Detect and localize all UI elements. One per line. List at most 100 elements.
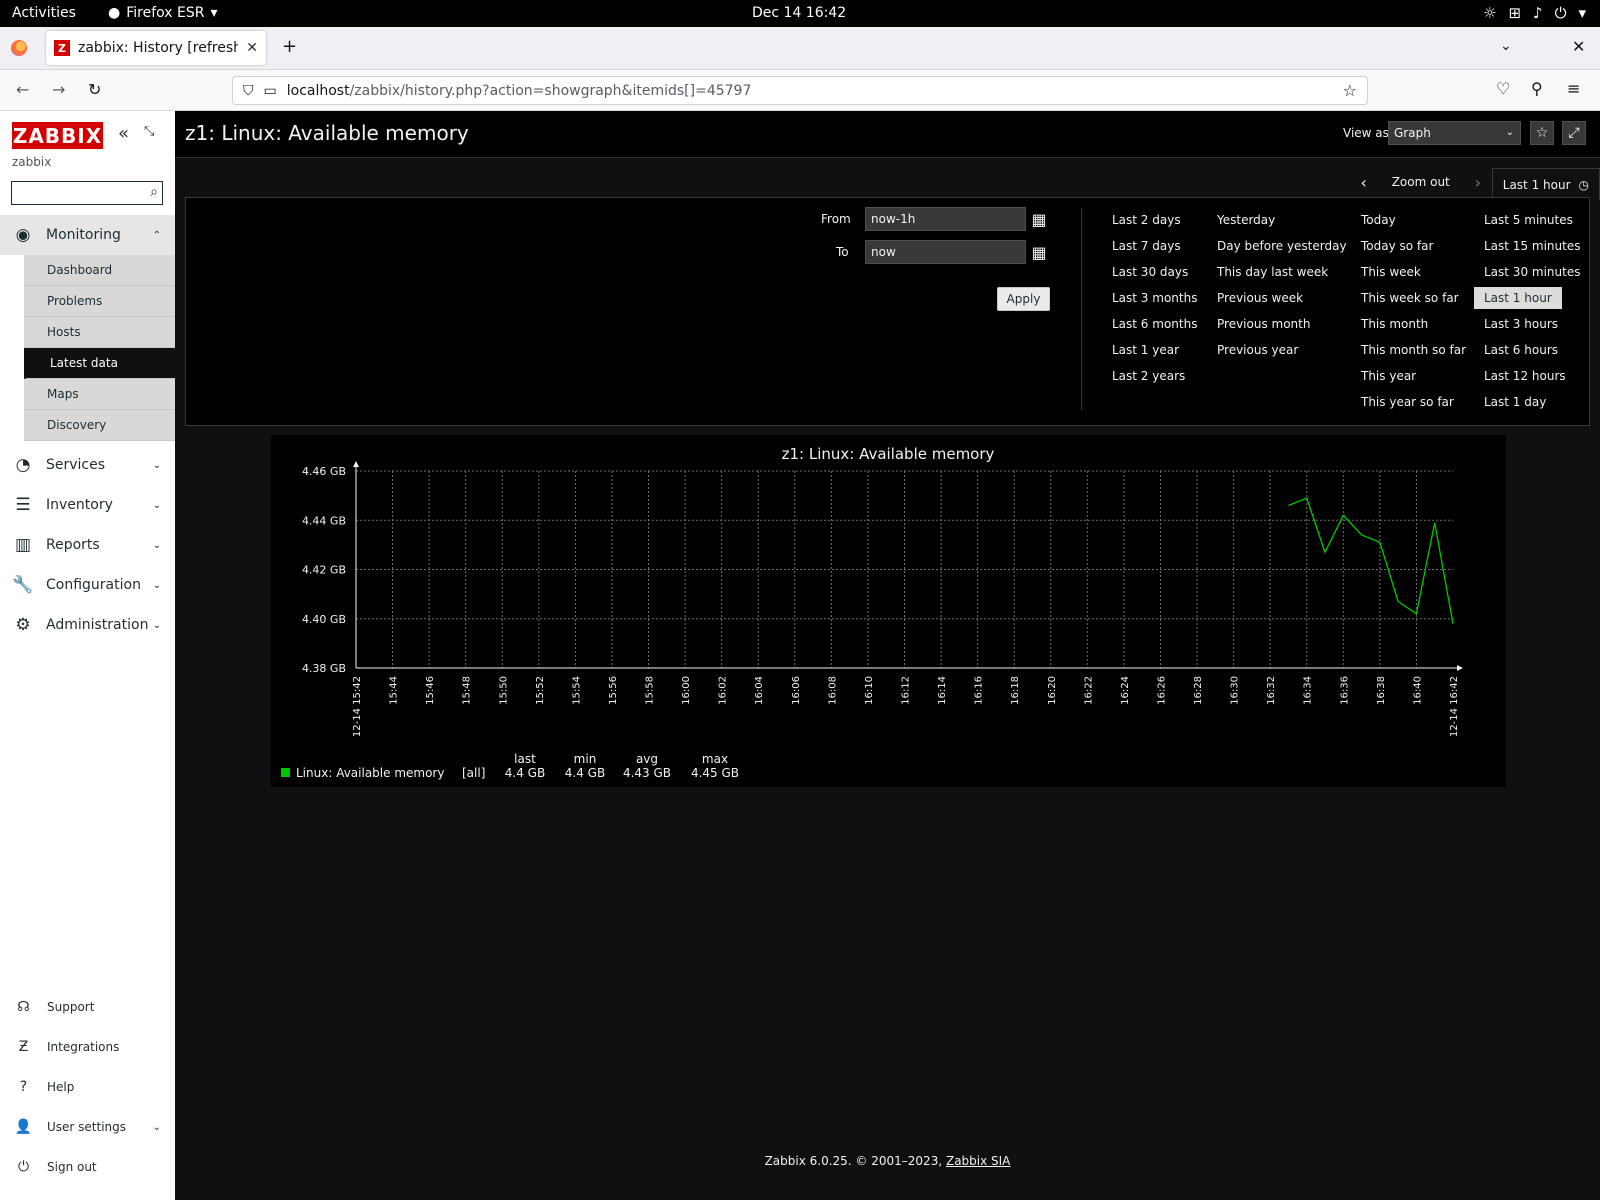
system-tray[interactable]: ☼ ⊞ ♪ ⏻ ▾ xyxy=(1483,4,1586,22)
submenu-problems[interactable]: Problems xyxy=(24,286,175,317)
menu-monitoring[interactable]: ◉ Monitoring ⌃ xyxy=(0,215,175,255)
quick-range[interactable]: Last 6 months xyxy=(1112,317,1197,331)
sidebar-search-input[interactable]: ⌕ xyxy=(11,181,163,205)
kiosk-mode-button[interactable]: ⤢ xyxy=(1562,121,1586,145)
stopwatch-icon: ◔ xyxy=(15,455,31,475)
x-tick-label: 16:40 xyxy=(1412,676,1423,705)
quick-range[interactable]: Day before yesterday xyxy=(1217,239,1347,253)
quick-range[interactable]: Last 1 day xyxy=(1484,395,1546,409)
quick-range[interactable]: This day last week xyxy=(1217,265,1328,279)
menu-inventory[interactable]: ☰ Inventory ⌄ xyxy=(0,485,175,525)
firefox-view-icon[interactable] xyxy=(11,40,27,56)
close-tab-icon[interactable]: ✕ xyxy=(246,40,258,56)
tab-list-chevron-icon[interactable]: ⌄ xyxy=(1500,38,1512,54)
activities-button[interactable]: Activities xyxy=(12,5,76,21)
footer-user-settings[interactable]: 👤 User settings ⌄ xyxy=(0,1108,175,1146)
quick-range[interactable]: Today so far xyxy=(1361,239,1433,253)
submenu-discovery[interactable]: Discovery xyxy=(24,410,175,441)
clock[interactable]: Dec 14 16:42 xyxy=(752,5,846,21)
footer-support[interactable]: ☊ Support xyxy=(0,988,175,1026)
x-tick-label: 12-14 15:42 xyxy=(352,676,363,737)
quick-range-selected[interactable]: Last 1 hour xyxy=(1474,287,1562,309)
x-tick-label: 16:32 xyxy=(1266,676,1277,705)
quick-range[interactable]: Last 12 hours xyxy=(1484,369,1566,383)
reload-icon[interactable]: ↻ xyxy=(88,80,101,99)
apply-button[interactable]: Apply xyxy=(997,287,1050,311)
quick-range[interactable]: Previous week xyxy=(1217,291,1303,305)
footer-integrations[interactable]: Ƶ Integrations xyxy=(0,1028,175,1066)
x-tick-label: 15:46 xyxy=(425,676,436,705)
forward-icon[interactable]: → xyxy=(52,80,65,99)
footer-sign-out[interactable]: ⏻ Sign out xyxy=(0,1148,175,1186)
window-close-icon[interactable]: ✕ xyxy=(1572,37,1585,56)
app-menu[interactable]: ● Firefox ESR ▾ xyxy=(108,5,218,21)
quick-range[interactable]: Last 6 hours xyxy=(1484,343,1558,357)
quick-range[interactable]: Last 2 days xyxy=(1112,213,1181,227)
quick-range[interactable]: This month xyxy=(1361,317,1428,331)
url-bar[interactable]: ⛉ ▭ localhost/zabbix/history.php?action=… xyxy=(232,76,1368,105)
sidebar: ZABBIX « ⤡ zabbix ⌕ ◉ Monitoring ⌃ Dashb… xyxy=(0,111,175,1200)
x-tick-label: 15:58 xyxy=(645,676,656,705)
x-tick-label: 16:38 xyxy=(1376,676,1387,705)
to-calendar-icon[interactable]: ▦ xyxy=(1027,240,1051,264)
quick-range[interactable]: This week xyxy=(1361,265,1421,279)
from-input[interactable]: now-1h xyxy=(865,207,1026,231)
zabbix-logo[interactable]: ZABBIX xyxy=(12,122,103,149)
y-tick-label: 4.42 GB xyxy=(302,564,346,577)
quick-range[interactable]: Last 3 months xyxy=(1112,291,1197,305)
add-to-favorites-button[interactable]: ☆ xyxy=(1530,121,1554,145)
y-axis-arrow xyxy=(353,461,359,467)
time-back-chevron-icon[interactable]: ‹ xyxy=(1350,173,1378,192)
server-name: zabbix xyxy=(12,155,52,169)
page-header: z1: Linux: Available memory View as Grap… xyxy=(175,111,1600,158)
quick-range[interactable]: Yesterday xyxy=(1217,213,1275,227)
quick-range[interactable]: Previous month xyxy=(1217,317,1310,331)
menu-hamburger-icon[interactable]: ≡ xyxy=(1567,79,1580,98)
back-icon[interactable]: ← xyxy=(16,80,29,99)
search-icon[interactable]: ⌕ xyxy=(150,184,158,200)
browser-tab[interactable]: Z zabbix: History [refreshed ✕ xyxy=(46,31,266,65)
quick-range[interactable]: Last 3 hours xyxy=(1484,317,1558,331)
time-forward-chevron-icon[interactable]: › xyxy=(1464,173,1492,192)
menu-reports[interactable]: ▥ Reports ⌄ xyxy=(0,525,175,565)
history-graph[interactable]: z1: Linux: Available memory 4.46 GB 4.44 G… xyxy=(271,435,1506,787)
new-tab-button[interactable]: + xyxy=(282,36,297,57)
quick-range[interactable]: Last 7 days xyxy=(1112,239,1181,253)
submenu-dashboard[interactable]: Dashboard xyxy=(24,255,175,286)
collapse-sidebar-icon[interactable]: « xyxy=(118,123,129,144)
quick-range[interactable]: Last 5 minutes xyxy=(1484,213,1573,227)
quick-range[interactable]: Last 30 minutes xyxy=(1484,265,1580,279)
menu-configuration[interactable]: 🔧 Configuration ⌄ xyxy=(0,565,175,605)
from-calendar-icon[interactable]: ▦ xyxy=(1027,207,1051,231)
pocket-icon[interactable]: ♡ xyxy=(1496,79,1510,98)
hide-sidebar-icon[interactable]: ⤡ xyxy=(144,124,154,139)
quick-range[interactable]: Last 30 days xyxy=(1112,265,1188,279)
quick-range[interactable]: This month so far xyxy=(1361,343,1466,357)
quick-range[interactable]: This year xyxy=(1361,369,1416,383)
zabbix-sia-link[interactable]: Zabbix SIA xyxy=(946,1154,1010,1168)
page-info-icon[interactable]: ▭ xyxy=(264,83,277,99)
bookmark-star-icon[interactable]: ☆ xyxy=(1343,81,1357,100)
star-icon: ☆ xyxy=(1535,125,1549,141)
tab-time-period[interactable]: Last 1 hour ◷ xyxy=(1491,168,1600,200)
quick-range[interactable]: Last 1 year xyxy=(1112,343,1179,357)
quick-range[interactable]: Previous year xyxy=(1217,343,1298,357)
url-path: /zabbix/history.php?action=showgraph&ite… xyxy=(349,82,752,99)
zabbix-favicon-icon: Z xyxy=(54,40,70,56)
quick-range[interactable]: Last 15 minutes xyxy=(1484,239,1580,253)
submenu-latest-data[interactable]: Latest data xyxy=(24,348,175,379)
menu-administration[interactable]: ⚙ Administration ⌄ xyxy=(0,605,175,645)
submenu-maps[interactable]: Maps xyxy=(24,379,175,410)
footer-help[interactable]: ? Help xyxy=(0,1068,175,1106)
shield-icon[interactable]: ⛉ xyxy=(243,83,254,99)
submenu-hosts[interactable]: Hosts xyxy=(24,317,175,348)
extensions-icon[interactable]: ⚲ xyxy=(1531,79,1543,98)
quick-range[interactable]: This week so far xyxy=(1361,291,1459,305)
quick-range[interactable]: Last 2 years xyxy=(1112,369,1185,383)
menu-services[interactable]: ◔ Services ⌄ xyxy=(0,445,175,485)
to-input[interactable]: now xyxy=(865,240,1026,264)
view-as-select[interactable]: Graph ⌄ xyxy=(1388,121,1521,145)
quick-range[interactable]: Today xyxy=(1361,213,1396,227)
zoom-out-button[interactable]: Zoom out xyxy=(1378,175,1464,189)
quick-range[interactable]: This year so far xyxy=(1361,395,1454,409)
